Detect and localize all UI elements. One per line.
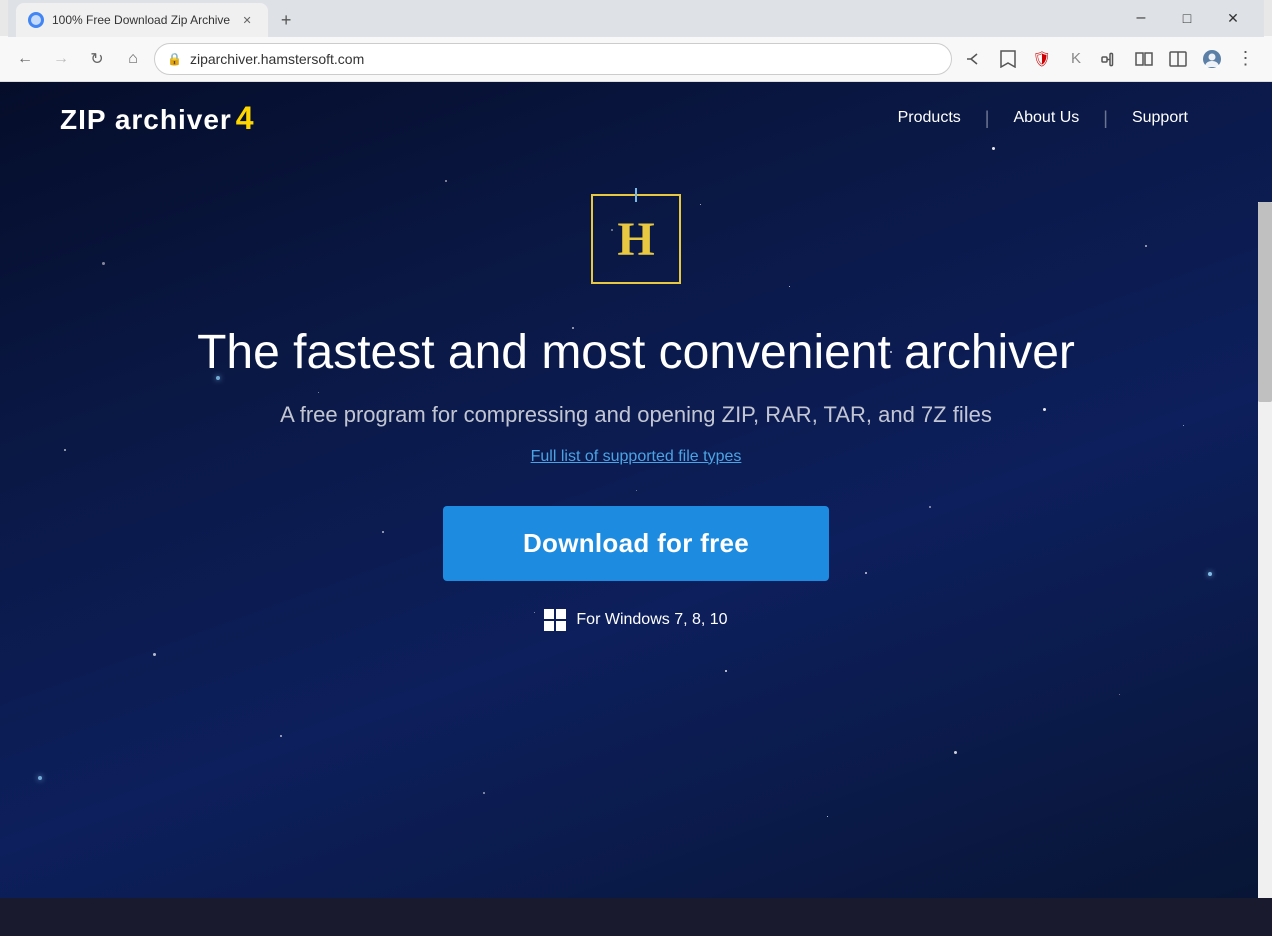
nav-about[interactable]: About Us xyxy=(989,109,1103,127)
tab-title: 100% Free Download Zip Archive xyxy=(52,13,230,27)
home-button[interactable]: ⌂ xyxy=(118,44,148,74)
hero-title: The fastest and most convenient archiver xyxy=(197,324,1075,382)
nav-products[interactable]: Products xyxy=(874,109,985,127)
windows-icon xyxy=(544,609,566,631)
new-tab-button[interactable]: + xyxy=(272,6,300,34)
logo-h-letter: H xyxy=(617,212,654,267)
nav-support[interactable]: Support xyxy=(1108,109,1212,127)
close-button[interactable]: ✕ xyxy=(1210,3,1256,33)
nav-links: Products | About Us | Support xyxy=(874,108,1212,129)
maximize-button[interactable]: □ xyxy=(1164,3,1210,33)
extensions-button[interactable] xyxy=(1094,43,1126,75)
back-button[interactable]: ← xyxy=(10,44,40,74)
supported-files-link[interactable]: Full list of supported file types xyxy=(531,448,742,466)
bookmark-button[interactable] xyxy=(992,43,1024,75)
windows-badge: For Windows 7, 8, 10 xyxy=(544,609,727,631)
reader-mode-button[interactable] xyxy=(1128,43,1160,75)
tab-close-button[interactable]: ✕ xyxy=(238,11,256,29)
share-button[interactable] xyxy=(958,43,990,75)
minimize-button[interactable]: – xyxy=(1118,3,1164,33)
site-logo: ZIP archiver4 xyxy=(60,100,255,137)
tab-favicon xyxy=(28,12,44,28)
download-button[interactable]: Download for free xyxy=(443,506,829,581)
hero-subtitle: A free program for compressing and openi… xyxy=(280,402,992,428)
split-screen-button[interactable] xyxy=(1162,43,1194,75)
address-bar[interactable]: 🔒 ziparchiver.hamstersoft.com xyxy=(154,43,952,75)
windows-label: For Windows 7, 8, 10 xyxy=(576,611,727,629)
lock-icon: 🔒 xyxy=(167,52,182,66)
extension1-button[interactable]: 🛡 xyxy=(1026,43,1058,75)
hamster-logo: H xyxy=(591,194,681,284)
logo-text: ZIP archiver xyxy=(60,104,232,135)
profile-button[interactable] xyxy=(1196,43,1228,75)
url-text: ziparchiver.hamstersoft.com xyxy=(190,51,939,67)
reload-button[interactable]: ↻ xyxy=(82,44,112,74)
extension2-button[interactable]: K xyxy=(1060,43,1092,75)
hero-section: H The fastest and most convenient archiv… xyxy=(0,154,1272,631)
website-content: ZIP archiver4 Products | About Us | Supp… xyxy=(0,82,1272,898)
browser-toolbar: ← → ↻ ⌂ 🔒 ziparchiver.hamstersoft.com 🛡 … xyxy=(0,36,1272,82)
forward-button[interactable]: → xyxy=(46,44,76,74)
toolbar-actions: 🛡 K ⋮ xyxy=(958,43,1262,75)
site-navigation: ZIP archiver4 Products | About Us | Supp… xyxy=(0,82,1272,154)
title-bar: 100% Free Download Zip Archive ✕ + – □ ✕ xyxy=(0,0,1272,36)
logo-accent: 4 xyxy=(236,100,255,136)
active-tab[interactable]: 100% Free Download Zip Archive ✕ xyxy=(16,3,268,37)
menu-button[interactable]: ⋮ xyxy=(1230,43,1262,75)
